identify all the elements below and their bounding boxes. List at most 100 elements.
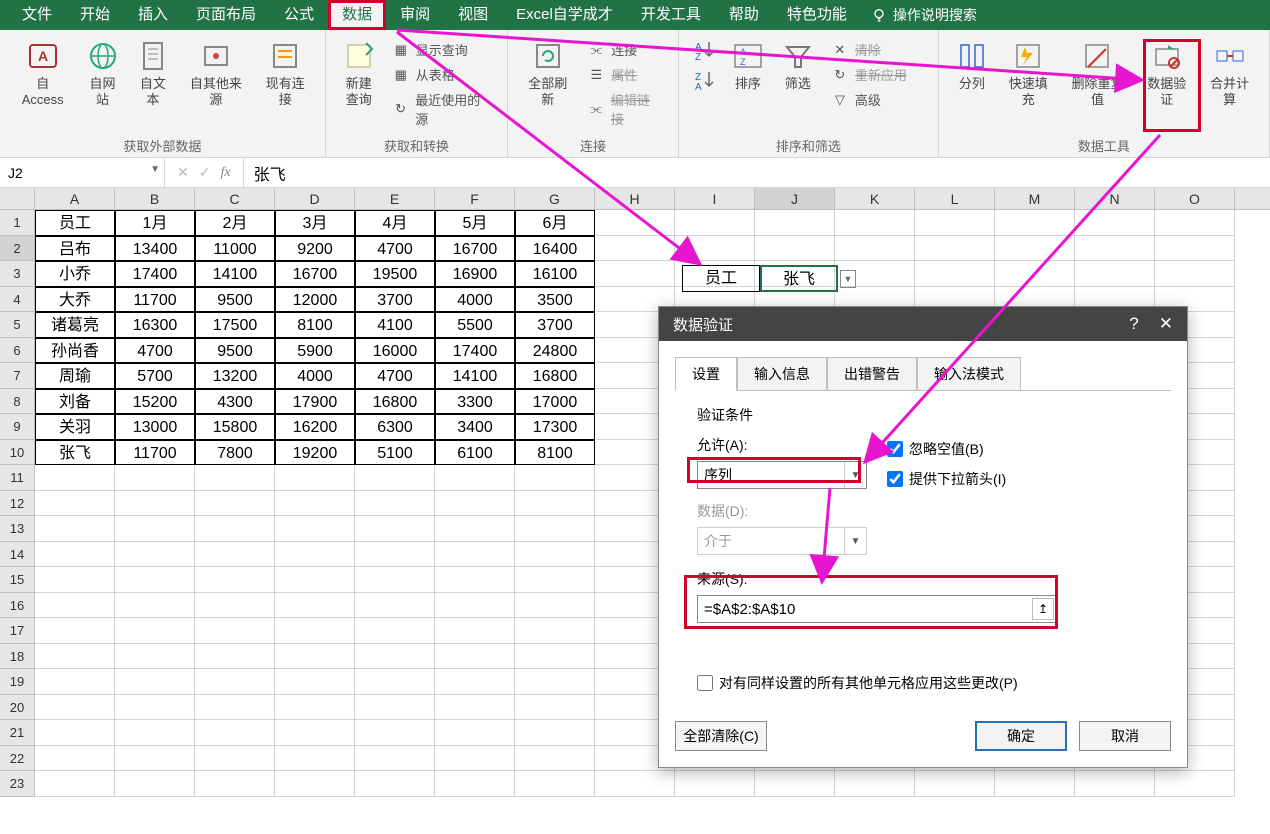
- cell[interactable]: [755, 771, 835, 797]
- cell[interactable]: 13400: [115, 236, 195, 262]
- clear-all-button[interactable]: 全部清除(C): [675, 721, 767, 751]
- col-H[interactable]: H: [595, 188, 675, 209]
- cell[interactable]: 14100: [195, 261, 275, 287]
- row-header[interactable]: 16: [0, 593, 35, 619]
- cell[interactable]: [355, 491, 435, 517]
- cell[interactable]: [515, 567, 595, 593]
- cell[interactable]: [35, 593, 115, 619]
- cell[interactable]: 诸葛亮: [35, 312, 115, 338]
- cell[interactable]: 16800: [515, 363, 595, 389]
- consolidate-button[interactable]: 合并计算: [1198, 34, 1261, 129]
- cell[interactable]: 16700: [435, 236, 515, 262]
- cell[interactable]: [1155, 771, 1235, 797]
- row-header[interactable]: 1: [0, 210, 35, 236]
- cell[interactable]: 4000: [275, 363, 355, 389]
- tab-custom[interactable]: Excel自学成才: [502, 0, 627, 30]
- tab-insert[interactable]: 插入: [124, 0, 182, 30]
- cell[interactable]: [355, 516, 435, 542]
- col-G[interactable]: G: [515, 188, 595, 209]
- cell[interactable]: [515, 644, 595, 670]
- cell[interactable]: [275, 593, 355, 619]
- cell[interactable]: [995, 236, 1075, 262]
- apply-all-checkbox[interactable]: 对有同样设置的所有其他单元格应用这些更改(P): [697, 673, 1149, 693]
- cell[interactable]: [275, 695, 355, 721]
- show-queries-button[interactable]: ▦显示查询: [388, 38, 495, 61]
- cell[interactable]: 4700: [355, 363, 435, 389]
- cell[interactable]: 15800: [195, 414, 275, 440]
- sort-button[interactable]: AZ排序: [723, 34, 773, 129]
- cell[interactable]: [195, 618, 275, 644]
- cell[interactable]: 6月: [515, 210, 595, 236]
- col-O[interactable]: O: [1155, 188, 1235, 209]
- cell[interactable]: 17300: [515, 414, 595, 440]
- from-other-button[interactable]: 自其他来源: [178, 34, 254, 129]
- cell[interactable]: 16700: [275, 261, 355, 287]
- cell[interactable]: [915, 236, 995, 262]
- cell[interactable]: 17900: [275, 389, 355, 415]
- cell[interactable]: [515, 746, 595, 772]
- cell[interactable]: [755, 210, 835, 236]
- tab-review[interactable]: 审阅: [386, 0, 444, 30]
- row-header[interactable]: 11: [0, 465, 35, 491]
- cell[interactable]: 11000: [195, 236, 275, 262]
- cell[interactable]: [1155, 236, 1235, 262]
- allow-select[interactable]: 序列 ▼: [697, 461, 867, 489]
- from-access-button[interactable]: A自 Access: [8, 34, 77, 129]
- cell[interactable]: 4300: [195, 389, 275, 415]
- col-M[interactable]: M: [995, 188, 1075, 209]
- cell[interactable]: [275, 669, 355, 695]
- cell[interactable]: [275, 491, 355, 517]
- text-to-columns-button[interactable]: 分列: [947, 34, 997, 129]
- row-header[interactable]: 20: [0, 695, 35, 721]
- cell[interactable]: [435, 593, 515, 619]
- cell[interactable]: [355, 695, 435, 721]
- cell[interactable]: [275, 644, 355, 670]
- cell[interactable]: 16000: [355, 338, 435, 364]
- cell[interactable]: [355, 720, 435, 746]
- cell[interactable]: [355, 567, 435, 593]
- cell[interactable]: [275, 465, 355, 491]
- cell[interactable]: 15200: [115, 389, 195, 415]
- advanced-filter-button[interactable]: ▽高级: [827, 88, 911, 111]
- cell[interactable]: 8100: [275, 312, 355, 338]
- cell[interactable]: [515, 516, 595, 542]
- row-header[interactable]: 7: [0, 363, 35, 389]
- cell[interactable]: [515, 695, 595, 721]
- cell[interactable]: 13000: [115, 414, 195, 440]
- cell[interactable]: 5900: [275, 338, 355, 364]
- cell[interactable]: [35, 644, 115, 670]
- cell[interactable]: [515, 465, 595, 491]
- cell[interactable]: [115, 644, 195, 670]
- cell[interactable]: 3400: [435, 414, 515, 440]
- cell[interactable]: 9200: [275, 236, 355, 262]
- row-header[interactable]: 14: [0, 542, 35, 568]
- cell[interactable]: 17500: [195, 312, 275, 338]
- cell[interactable]: [195, 465, 275, 491]
- cell[interactable]: [195, 644, 275, 670]
- cell[interactable]: [435, 720, 515, 746]
- cell[interactable]: [995, 261, 1075, 287]
- cell[interactable]: [115, 542, 195, 568]
- cell[interactable]: [675, 771, 755, 797]
- edit-links-button[interactable]: ⫘编辑链接: [583, 88, 666, 130]
- row-header[interactable]: 5: [0, 312, 35, 338]
- from-web-button[interactable]: 自网站: [77, 34, 127, 129]
- cell[interactable]: [195, 669, 275, 695]
- ok-button[interactable]: 确定: [975, 721, 1067, 751]
- tab-home[interactable]: 开始: [66, 0, 124, 30]
- cell[interactable]: [195, 567, 275, 593]
- cell[interactable]: [115, 465, 195, 491]
- remove-duplicates-button[interactable]: 删除重复值: [1060, 34, 1136, 129]
- cell[interactable]: [995, 771, 1075, 797]
- cell[interactable]: 员工: [35, 210, 115, 236]
- cell[interactable]: [435, 491, 515, 517]
- cell[interactable]: [195, 695, 275, 721]
- cell[interactable]: 17400: [115, 261, 195, 287]
- cell[interactable]: 2月: [195, 210, 275, 236]
- cell[interactable]: [675, 210, 755, 236]
- cell[interactable]: [515, 542, 595, 568]
- cell[interactable]: [355, 644, 435, 670]
- cell[interactable]: [35, 465, 115, 491]
- cell[interactable]: [35, 542, 115, 568]
- cell[interactable]: 11700: [115, 440, 195, 466]
